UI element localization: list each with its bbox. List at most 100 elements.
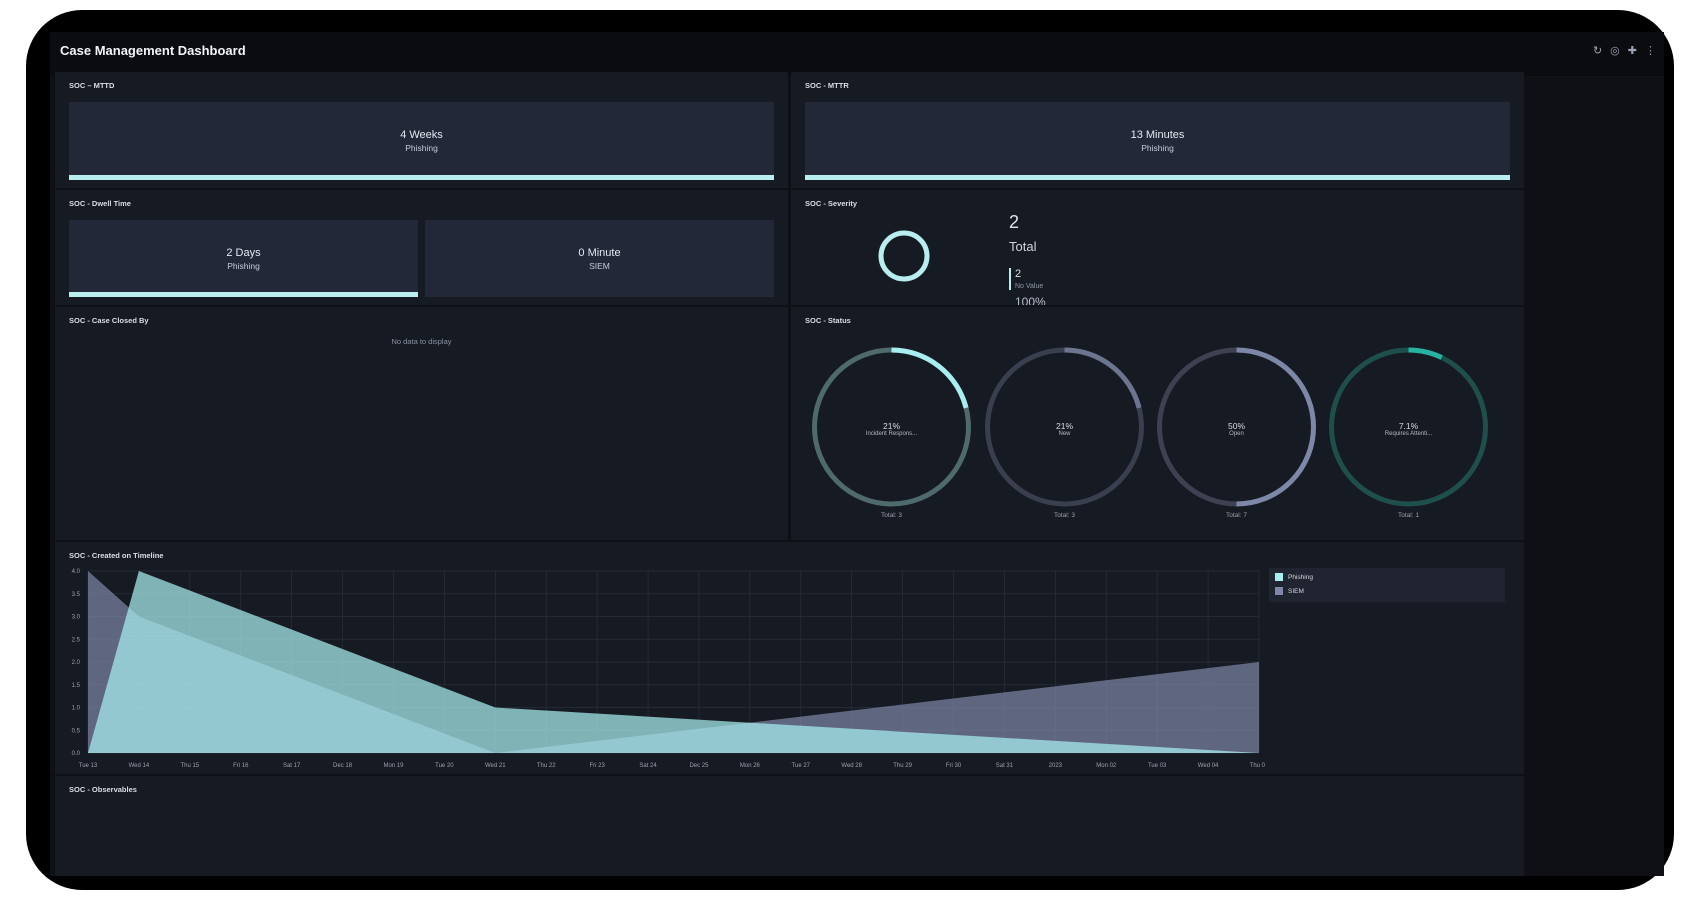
panel-created-timeline: SOC - Created on Timeline 0.0 0.5 1.0 1.5 2.… bbox=[55, 542, 1524, 774]
panel-title: SOC - Dwell Time bbox=[69, 199, 131, 208]
y-tick-label: 3.5 bbox=[72, 592, 81, 598]
x-tick-label: Mon 26 bbox=[740, 763, 761, 769]
refresh-icon[interactable]: ↻ bbox=[1593, 44, 1602, 58]
x-tick-label: Dec 25 bbox=[689, 763, 709, 769]
severity-total-value: 2 bbox=[1009, 212, 1020, 232]
panel-title: SOC - Observables bbox=[69, 785, 137, 794]
x-tick-label: Thu 29 bbox=[893, 763, 912, 769]
empty-state-text: No data to display bbox=[391, 337, 452, 346]
legend-item-phishing[interactable]: Phishing bbox=[1275, 573, 1313, 581]
x-tick-label: Dec 18 bbox=[333, 763, 353, 769]
donut-total: Total: 3 bbox=[881, 512, 902, 519]
more-icon[interactable]: ⋮ bbox=[1645, 44, 1656, 58]
page-title: Case Management Dashboard bbox=[60, 43, 246, 58]
y-tick-label: 3.0 bbox=[72, 615, 81, 621]
x-tick-label: Thu 05 bbox=[1250, 763, 1265, 769]
donut-label: Open bbox=[1229, 431, 1244, 437]
severity-donut[interactable] bbox=[876, 228, 932, 284]
stat-progress-bar bbox=[69, 292, 418, 297]
donut-label: New bbox=[1058, 431, 1071, 437]
panel-case-closed-by: SOC - Case Closed By No data to display bbox=[55, 307, 788, 540]
y-tick-label: 4.0 bbox=[72, 569, 81, 575]
status-donut[interactable]: 21% New Total: 3 bbox=[982, 347, 1147, 532]
settings-icon[interactable]: ◎ bbox=[1610, 44, 1620, 58]
x-tick-label: Fri 16 bbox=[233, 763, 249, 769]
donut-percent: 50% bbox=[1227, 421, 1245, 431]
panel-dwell-time: SOC - Dwell Time 2 Days Phishing 0 Minut… bbox=[55, 190, 788, 305]
y-tick-label: 2.5 bbox=[72, 637, 81, 643]
toolbar-icons: ↻ ◎ ✚ ⋮ bbox=[1593, 44, 1656, 58]
panel-status: SOC - Status 21% Incident Respons... Tot… bbox=[791, 307, 1524, 540]
stat-dwell-phishing[interactable]: 2 Days Phishing bbox=[69, 220, 418, 297]
legend-item-siem[interactable]: SIEM bbox=[1275, 587, 1304, 595]
timeline-chart[interactable]: 0.0 0.5 1.0 1.5 2.0 2.5 3.0 3.5 4.0 Tue 13 Wed 14 T… bbox=[55, 542, 1265, 774]
severity-legend-label: No Value bbox=[1015, 283, 1044, 290]
stat-dwell-siem[interactable]: 0 Minute SIEM bbox=[425, 220, 774, 297]
donut-percent: 21% bbox=[882, 421, 900, 431]
chart-legend: Phishing SIEM bbox=[1269, 568, 1505, 602]
legend-swatch bbox=[1275, 587, 1283, 595]
donut-total: Total: 3 bbox=[1054, 512, 1075, 519]
stat-mttd[interactable]: 4 Weeks Phishing bbox=[69, 102, 774, 180]
y-tick-label: 0.0 bbox=[72, 751, 81, 757]
x-tick-label: Fri 23 bbox=[589, 763, 605, 769]
dashboard-screen: Case Management Dashboard ↻ ◎ ✚ ⋮ SOC – … bbox=[50, 32, 1664, 876]
donut-total: Total: 1 bbox=[1398, 512, 1419, 519]
donut-total: Total: 7 bbox=[1226, 512, 1247, 519]
y-tick-label: 1.0 bbox=[72, 706, 81, 712]
x-tick-label: Mon 02 bbox=[1096, 763, 1117, 769]
x-tick-label: Sat 17 bbox=[283, 763, 301, 769]
status-donut[interactable]: 21% Incident Respons... Total: 3 bbox=[809, 347, 974, 532]
panel-severity: SOC - Severity 2 Total 2 No Value 100% bbox=[791, 190, 1524, 305]
x-tick-label: Tue 13 bbox=[79, 763, 98, 769]
x-tick-label: Sat 31 bbox=[996, 763, 1014, 769]
stat-value: 2 Days bbox=[226, 247, 261, 259]
stat-value: 13 Minutes bbox=[1130, 129, 1185, 141]
stat-value: 0 Minute bbox=[578, 247, 621, 259]
stat-value: 4 Weeks bbox=[400, 129, 443, 141]
status-donut[interactable]: 7.1% Requires Attenti... Total: 1 bbox=[1326, 347, 1491, 532]
panel-mttd: SOC – MTTD 4 Weeks Phishing bbox=[55, 72, 788, 188]
y-tick-label: 1.5 bbox=[72, 683, 81, 689]
donut-percent: 7.1% bbox=[1398, 421, 1419, 431]
donut-label: Incident Respons... bbox=[865, 431, 918, 437]
stat-label: Phishing bbox=[1141, 143, 1174, 153]
x-tick-label: Wed 14 bbox=[129, 763, 150, 769]
panel-title: SOC – MTTD bbox=[69, 81, 115, 90]
severity-legend-marker bbox=[1009, 268, 1011, 290]
panel-observables: SOC - Observables bbox=[55, 776, 1524, 876]
x-tick-label: Mon 19 bbox=[383, 763, 404, 769]
y-tick-label: 0.5 bbox=[72, 728, 81, 734]
donut-label: Requires Attenti... bbox=[1384, 431, 1433, 437]
x-tick-label: Thu 15 bbox=[180, 763, 199, 769]
donut-percent: 21% bbox=[1055, 421, 1073, 431]
status-donut[interactable]: 50% Open Total: 7 bbox=[1154, 347, 1319, 532]
x-tick-label: Thu 22 bbox=[537, 763, 556, 769]
legend-label: SIEM bbox=[1288, 587, 1304, 595]
panel-mttr: SOC - MTTR 13 Minutes Phishing bbox=[791, 72, 1524, 188]
y-tick-label: 2.0 bbox=[72, 660, 81, 666]
stat-progress-bar bbox=[805, 175, 1510, 180]
x-tick-label: 2023 bbox=[1049, 763, 1063, 769]
x-tick-label: Tue 20 bbox=[435, 763, 454, 769]
severity-legend-value: 2 bbox=[1015, 268, 1022, 280]
x-tick-label: Fri 30 bbox=[946, 763, 962, 769]
title-bar: Case Management Dashboard ↻ ◎ ✚ ⋮ bbox=[50, 32, 1664, 76]
x-tick-label: Wed 21 bbox=[485, 763, 506, 769]
stat-mttr[interactable]: 13 Minutes Phishing bbox=[805, 102, 1510, 180]
panel-title: SOC - Status bbox=[805, 316, 851, 325]
add-icon[interactable]: ✚ bbox=[1628, 44, 1637, 58]
panel-title: SOC - MTTR bbox=[805, 81, 849, 90]
x-tick-label: Tue 03 bbox=[1148, 763, 1167, 769]
x-tick-label: Wed 04 bbox=[1198, 763, 1219, 769]
severity-total-label: Total bbox=[1009, 239, 1037, 254]
legend-swatch bbox=[1275, 573, 1283, 581]
x-tick-label: Tue 27 bbox=[792, 763, 811, 769]
severity-legend-percent: 100% bbox=[1015, 295, 1046, 305]
stat-label: Phishing bbox=[227, 261, 260, 271]
x-tick-label: Wed 28 bbox=[841, 763, 862, 769]
stat-progress-bar bbox=[69, 175, 774, 180]
panel-title: SOC - Case Closed By bbox=[69, 316, 149, 325]
panel-title: SOC - Severity bbox=[805, 199, 858, 208]
x-tick-label: Sat 24 bbox=[639, 763, 657, 769]
